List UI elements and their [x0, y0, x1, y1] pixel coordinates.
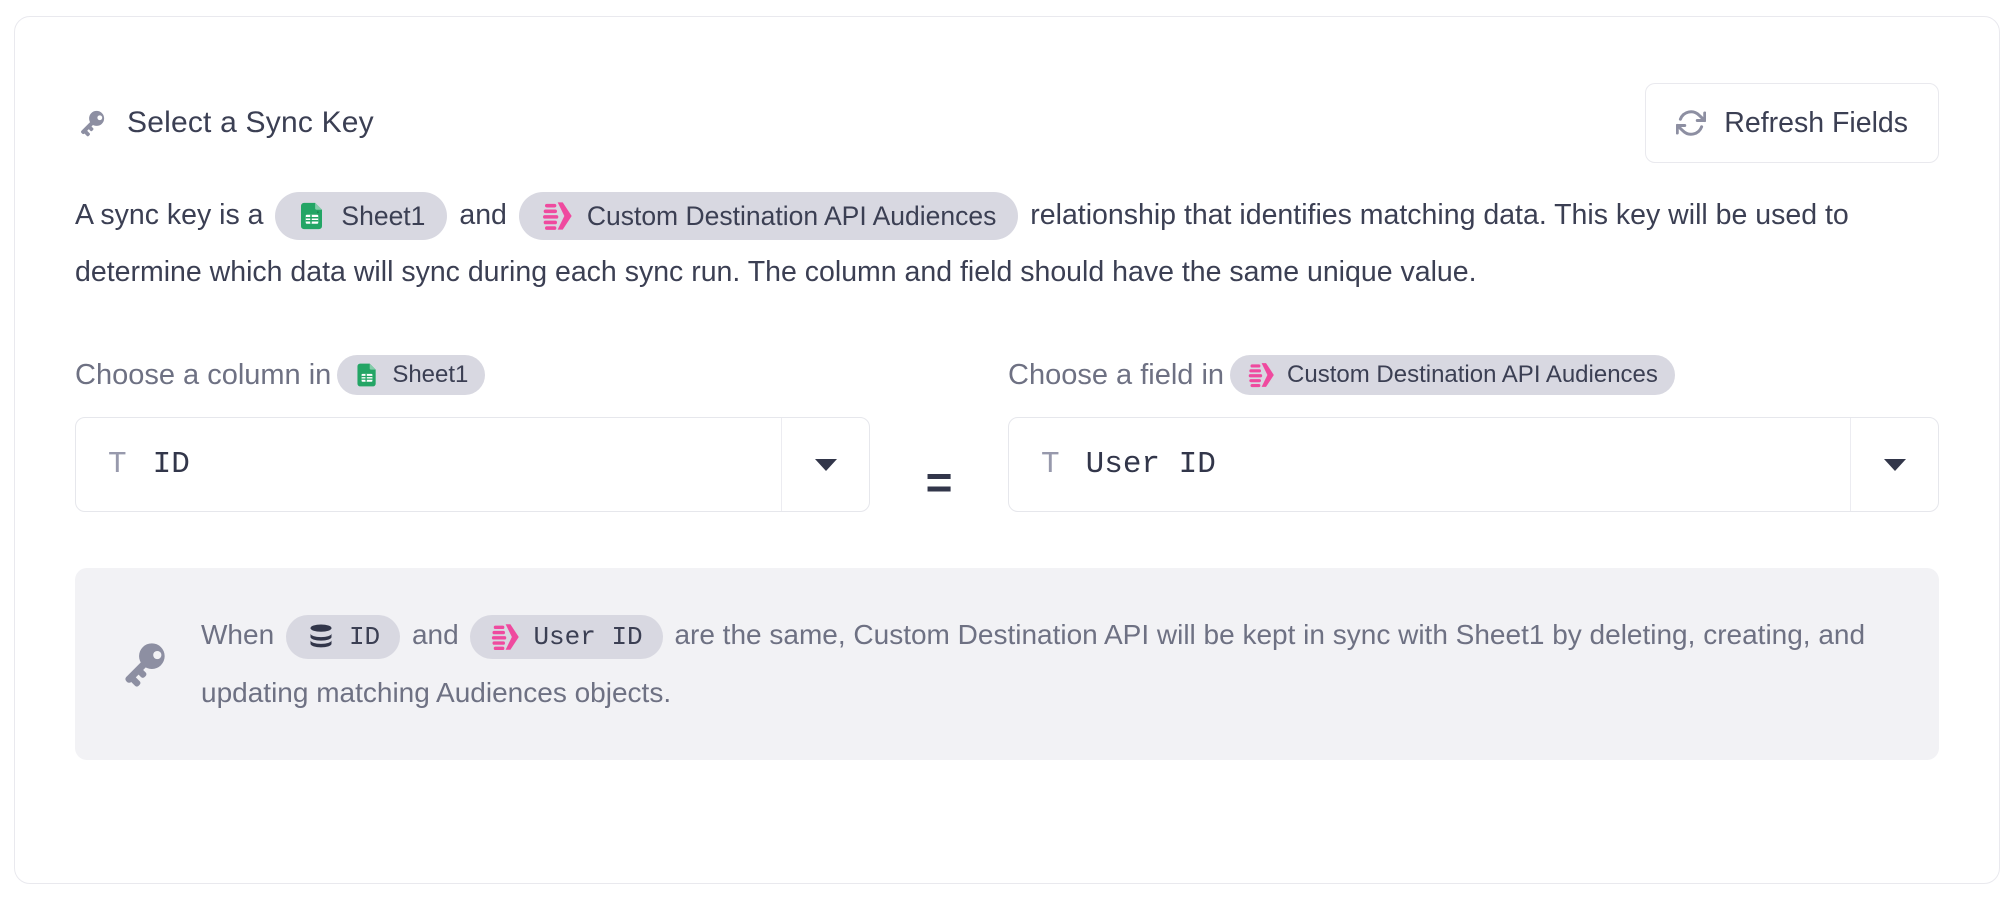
page-title: Select a Sync Key: [127, 106, 374, 140]
field-select-caret-button[interactable]: [1850, 418, 1938, 511]
panel-header: Select a Sync Key Refresh Fields: [75, 83, 1939, 163]
source-table-badge: Sheet1: [275, 192, 447, 240]
column-picker-table-badge-label: Sheet1: [392, 361, 468, 389]
field-picker-table-badge-label: Custom Destination API Audiences: [1287, 361, 1658, 389]
sync-key-description: A sync key is a Sheet1 and: [75, 187, 1939, 301]
column-select-caret-button[interactable]: [781, 418, 869, 511]
column-picker-label: Choose a column in Sheet1: [75, 355, 870, 395]
picker-labels-row: Choose a column in Sheet1 Choose a field…: [75, 353, 1939, 397]
destination-table-badge: Custom Destination API Audiences: [519, 192, 1019, 240]
column-picker-label-text: Choose a column in: [75, 359, 331, 392]
refresh-fields-button[interactable]: Refresh Fields: [1645, 83, 1939, 163]
summary-column-badge-label: ID: [349, 608, 380, 666]
panel-title-group: Select a Sync Key: [75, 106, 374, 140]
summary-field-badge-label: User ID: [533, 608, 642, 666]
field-select-value: User ID: [1086, 447, 1216, 482]
source-table-badge-label: Sheet1: [341, 188, 425, 245]
destination-arrow-icon: [490, 622, 520, 652]
equals-sign: =: [926, 455, 953, 509]
summary-conjunction: and: [412, 619, 459, 650]
text-type-icon: T: [108, 449, 127, 480]
destination-arrow-icon: [541, 200, 573, 232]
key-icon: [115, 635, 173, 693]
refresh-icon: [1676, 108, 1706, 138]
sync-key-summary-box: When ID and: [75, 568, 1939, 760]
sync-key-panel: Select a Sync Key Refresh Fields A sync …: [14, 16, 2000, 884]
summary-column-badge: ID: [286, 615, 400, 659]
database-icon: [306, 622, 336, 652]
summary-field-badge: User ID: [470, 615, 662, 659]
sheets-icon: [354, 362, 380, 388]
description-conjunction: and: [459, 199, 507, 231]
field-picker-table-badge: Custom Destination API Audiences: [1230, 355, 1675, 395]
summary-prefix: When: [201, 619, 274, 650]
sheets-icon: [297, 201, 327, 231]
column-picker-table-badge: Sheet1: [337, 355, 485, 395]
field-picker-label-text: Choose a field in: [1008, 359, 1224, 392]
refresh-button-label: Refresh Fields: [1724, 107, 1908, 140]
field-picker-label: Choose a field in Custom Destination API…: [1008, 355, 1939, 395]
description-prefix: A sync key is a: [75, 199, 264, 231]
sync-key-controls: T ID = T User ID: [75, 417, 1939, 512]
key-icon: [75, 106, 109, 140]
destination-arrow-icon: [1247, 361, 1275, 389]
chevron-down-icon: [813, 457, 839, 473]
column-select-dropdown[interactable]: T ID: [75, 417, 870, 512]
destination-table-badge-label: Custom Destination API Audiences: [587, 188, 997, 245]
summary-text: When ID and: [201, 606, 1899, 722]
column-select-value: ID: [153, 447, 190, 482]
text-type-icon: T: [1041, 449, 1060, 480]
chevron-down-icon: [1882, 457, 1908, 473]
field-select-dropdown[interactable]: T User ID: [1008, 417, 1939, 512]
